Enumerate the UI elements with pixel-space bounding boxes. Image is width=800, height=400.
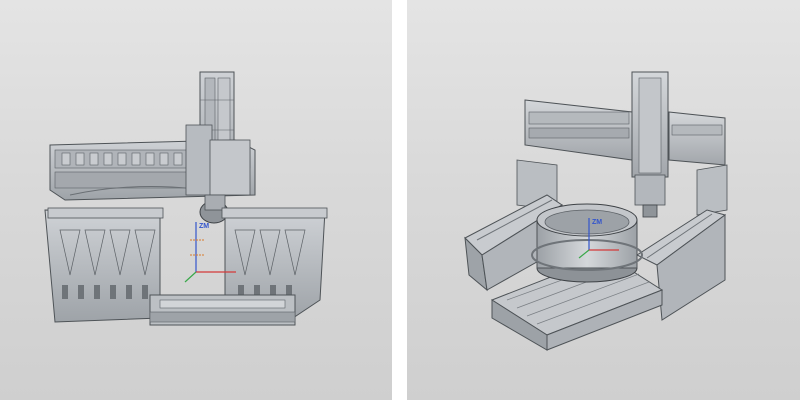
rotary-ring-workpiece <box>531 203 643 283</box>
left-column <box>44 207 164 323</box>
left-image-panel: ZM <box>0 0 392 400</box>
right-machine-render: ZM <box>464 71 728 351</box>
panel-divider <box>392 0 407 400</box>
axis-label: ZM <box>199 223 209 230</box>
cross-beam <box>524 99 726 166</box>
right-image-panel: ZM <box>407 0 800 400</box>
ram-column <box>631 71 669 218</box>
machine-bed <box>149 294 296 326</box>
left-machine-render: ZM <box>44 71 328 326</box>
axis-label: ZM <box>592 219 602 226</box>
